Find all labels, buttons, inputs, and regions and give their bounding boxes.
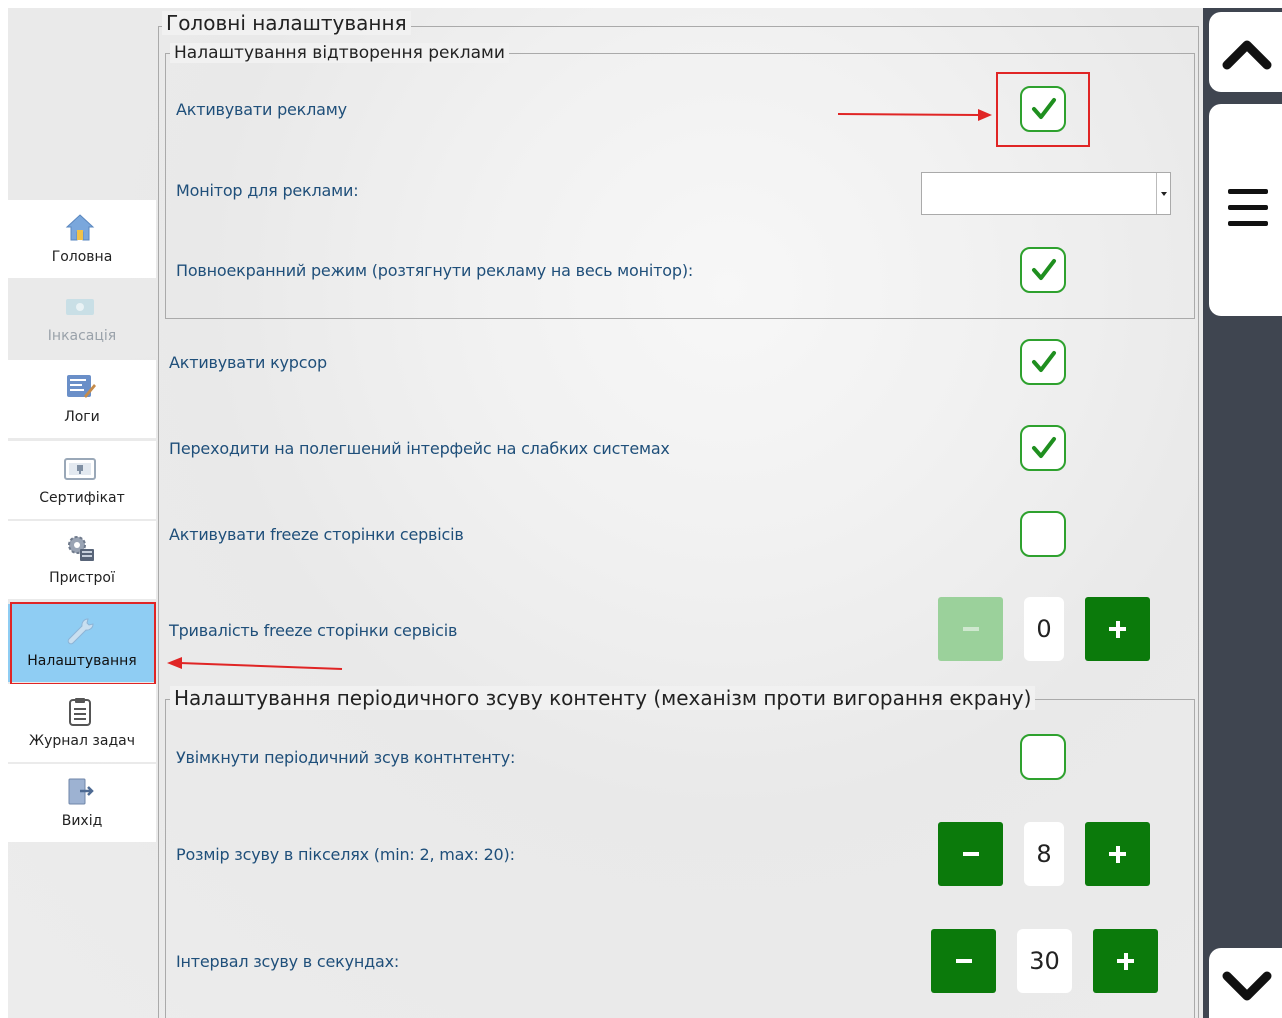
shift-enable-label: Увімкнути періодичний зсув контнтенту:: [176, 748, 516, 767]
ad-group-right-border: [1194, 53, 1195, 318]
fullscreen-checkbox[interactable]: [1020, 247, 1066, 293]
cursor-checkbox[interactable]: [1020, 339, 1066, 385]
shift-size-label: Розмір зсуву в пікселях (min: 2, max: 20…: [176, 845, 515, 864]
sidebar-item-logs[interactable]: Логи: [8, 360, 156, 438]
exit-icon: [68, 778, 94, 805]
settings-screen: Головна Інкасація Логи Сертифікат Пристр…: [8, 8, 1282, 1018]
ad-group-bottom-border: [165, 318, 1195, 319]
light-ui-label: Переходити на полегшений інтерфейс на сл…: [169, 439, 670, 458]
minus-icon: [956, 959, 972, 963]
activate-ads-label: Активувати рекламу: [176, 100, 347, 119]
shift-size-decrement-button[interactable]: [938, 822, 1003, 886]
annotation-arrow-icon: [838, 109, 992, 121]
ad-monitor-label: Монітор для реклами:: [176, 181, 359, 200]
cursor-label: Активувати курсор: [169, 353, 327, 372]
freeze-label: Активувати freeze сторінки сервісів: [169, 525, 464, 544]
sidebar-item-certificate[interactable]: Сертифікат: [8, 441, 156, 519]
sidebar-item-collection[interactable]: Інкасація: [8, 279, 156, 357]
freeze-duration-increment-button[interactable]: [1085, 597, 1150, 661]
freeze-duration-decrement-button[interactable]: [938, 597, 1003, 661]
checkmark-icon: [1032, 351, 1056, 372]
shift-group-title: Налаштування періодичного зсуву контенту…: [170, 686, 1036, 710]
sidebar-item-label: Журнал задач: [29, 733, 135, 749]
shift-enable-checkbox[interactable]: [1020, 734, 1066, 780]
fullscreen-label: Повноекранний режим (розтягнути рекламу …: [176, 261, 694, 280]
checkmark-icon: [1032, 437, 1056, 458]
sidebar-item-home[interactable]: Головна: [8, 200, 156, 278]
sidebar-item-label: Головна: [51, 249, 113, 265]
sidebar-item-label: Інкасація: [47, 328, 117, 344]
freeze-duration-value[interactable]: 0: [1024, 597, 1064, 661]
page-title: Головні налаштування: [162, 11, 411, 35]
cash-icon: [66, 299, 94, 315]
certificate-icon: [64, 458, 96, 480]
minus-icon: [963, 852, 979, 856]
shift-size-increment-button[interactable]: [1085, 822, 1150, 886]
sidebar-item-label: Сертифікат: [39, 490, 125, 506]
ad-group-left-border: [165, 53, 166, 318]
shift-interval-increment-button[interactable]: [1093, 929, 1158, 993]
hamburger-menu-icon: [1228, 189, 1268, 226]
chevron-up-icon: [1222, 40, 1272, 70]
annotation-highlight-box: [996, 72, 1090, 147]
light-ui-checkbox[interactable]: [1020, 425, 1066, 471]
sidebar-item-label: Логи: [64, 409, 100, 425]
devices-gear-icon: [68, 536, 94, 561]
sidebar-item-label: Вихід: [61, 813, 103, 829]
main-group-right-border: [1198, 26, 1199, 1018]
clipboard-icon: [69, 698, 91, 726]
ad-monitor-select[interactable]: [921, 172, 1171, 215]
sidebar-item-task-log[interactable]: Журнал задач: [8, 684, 156, 762]
minus-icon: [963, 627, 979, 631]
shift-group-left-border: [165, 699, 166, 1018]
shift-size-value[interactable]: 8: [1024, 822, 1064, 886]
scroll-panel: [1203, 8, 1282, 1018]
scroll-down-button[interactable]: [1209, 948, 1282, 1018]
shift-group-right-border: [1194, 699, 1195, 1018]
home-icon: [65, 214, 95, 241]
sidebar-item-exit[interactable]: Вихід: [8, 764, 156, 842]
ad-group-title: Налаштування відтворення реклами: [170, 43, 509, 63]
menu-button[interactable]: [1209, 104, 1282, 316]
sidebar-item-label: Пристрої: [49, 570, 115, 586]
shift-interval-decrement-button[interactable]: [931, 929, 996, 993]
freeze-duration-label: Тривалість freeze сторінки сервісів: [169, 621, 458, 640]
main-group-left-border: [158, 26, 159, 1018]
sidebar-item-devices[interactable]: Пристрої: [8, 521, 156, 599]
shift-interval-value[interactable]: 30: [1017, 929, 1072, 993]
scroll-up-button[interactable]: [1209, 12, 1282, 92]
chevron-down-icon: [1222, 971, 1272, 1001]
checkmark-icon: [1032, 259, 1056, 280]
shift-interval-label: Інтервал зсуву в секундах:: [176, 952, 400, 971]
dropdown-arrow-icon[interactable]: [1156, 173, 1170, 214]
annotation-arrow-icon: [167, 657, 343, 670]
annotation-highlight-box: [10, 602, 156, 685]
log-icon: [67, 375, 96, 398]
freeze-checkbox[interactable]: [1020, 511, 1066, 557]
